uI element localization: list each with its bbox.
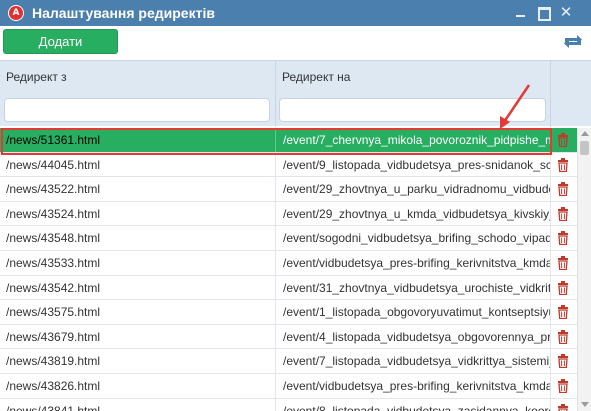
table-row[interactable]: /news/44045.html/event/9_listopada_vidbu… <box>0 152 577 178</box>
column-divider <box>550 324 551 349</box>
table-row[interactable]: /news/43548.html/event/sogodni_vidbudets… <box>0 226 577 251</box>
column-divider <box>275 349 276 373</box>
redirect-from-cell: /news/43548.html <box>6 231 101 246</box>
column-divider <box>275 152 276 177</box>
delete-trash-icon[interactable] <box>557 305 569 320</box>
table-row[interactable]: /news/43542.html/event/31_zhovtnya_vidbu… <box>0 275 577 301</box>
redirect-from-cell: /news/43524.html <box>6 206 101 221</box>
redirect-to-cell: /event/7_chervnya_mikola_povoroznik_pidp… <box>283 133 551 147</box>
table-row[interactable]: /news/43819.html/event/7_listopada_vidbu… <box>0 349 577 374</box>
column-divider <box>275 128 276 152</box>
toolbar: Додати <box>0 26 591 60</box>
column-divider <box>550 373 551 398</box>
table-row[interactable]: /news/43679.html/event/4_listopada_vidbu… <box>0 324 577 350</box>
app-logo-glyph: A <box>9 6 23 20</box>
delete-trash-icon[interactable] <box>557 403 569 411</box>
redirect-from-cell: /news/43575.html <box>6 305 101 320</box>
delete-trash-icon[interactable] <box>557 354 569 369</box>
column-divider <box>275 61 276 127</box>
column-divider <box>550 201 551 226</box>
redirect-to-cell: /event/1_listopada_obgovoryuvatimut_kont… <box>283 305 551 320</box>
table-row[interactable]: /news/43575.html/event/1_listopada_obgov… <box>0 300 577 325</box>
delete-trash-icon[interactable] <box>557 280 569 295</box>
column-divider <box>550 300 551 324</box>
column-divider <box>550 275 551 300</box>
filter-input-to[interactable] <box>279 98 546 122</box>
column-divider <box>275 250 276 275</box>
close-icon[interactable]: ✕ <box>559 5 573 20</box>
redirect-to-cell: /event/29_zhovtnya_u_parku_vidradnomu_vi… <box>283 182 551 197</box>
redirect-from-cell: /news/43522.html <box>6 182 101 197</box>
scroll-thumb[interactable] <box>580 141 589 155</box>
grid-header: Редирект з Редирект на <box>0 60 591 127</box>
add-button[interactable]: Додати <box>3 29 118 54</box>
column-divider <box>275 226 276 250</box>
redirect-to-cell: /event/7_listopada_vidbudetsya_vidkritty… <box>283 354 551 369</box>
delete-trash-icon[interactable] <box>557 133 569 147</box>
column-divider <box>275 275 276 300</box>
column-divider <box>275 177 276 201</box>
redirect-to-cell: /event/9_listopada_vidbudetsya_pres-snid… <box>283 157 551 172</box>
vertical-scrollbar[interactable] <box>577 128 591 411</box>
refresh-icon[interactable] <box>561 30 585 50</box>
filter-input-from[interactable] <box>4 98 270 122</box>
column-header-redirect-from[interactable]: Редирект з <box>6 70 67 84</box>
table-row[interactable]: /news/43533.html/event/vidbudetsya_pres-… <box>0 250 577 276</box>
delete-trash-icon[interactable] <box>557 255 569 270</box>
column-divider <box>275 373 276 398</box>
redirect-to-cell: /event/8_listopada_vidbudetsya_zasidanny… <box>283 403 551 411</box>
window-title: Налаштування редиректів <box>32 5 215 21</box>
scroll-down-arrow-icon[interactable] <box>581 402 589 407</box>
column-divider <box>550 61 551 127</box>
delete-trash-icon[interactable] <box>557 329 569 344</box>
column-divider <box>275 201 276 226</box>
redirect-from-cell: /news/43819.html <box>6 354 101 369</box>
redirect-from-cell: /news/43841.html <box>6 403 101 411</box>
column-header-redirect-to[interactable]: Редирект на <box>282 70 350 84</box>
app-logo-icon: A <box>8 5 24 21</box>
redirect-from-cell: /news/43542.html <box>6 280 101 295</box>
table-row[interactable]: /news/51361.html/event/7_chervnya_mikola… <box>0 128 577 153</box>
delete-trash-icon[interactable] <box>557 182 569 197</box>
redirect-from-cell: /news/44045.html <box>6 157 101 172</box>
delete-trash-icon[interactable] <box>557 206 569 221</box>
window-titlebar: A Налаштування редиректів ✕ <box>0 0 591 26</box>
redirect-from-cell: /news/43533.html <box>6 255 101 270</box>
maximize-icon[interactable] <box>537 6 551 21</box>
redirect-to-cell: /event/29_zhovtnya_u_kmda_vidbudetsya_ki… <box>283 206 551 221</box>
column-divider <box>550 128 551 152</box>
delete-trash-icon[interactable] <box>557 378 569 393</box>
delete-trash-icon[interactable] <box>557 231 569 246</box>
minimize-icon[interactable] <box>514 6 528 20</box>
redirect-rows: /news/51361.html/event/7_chervnya_mikola… <box>0 128 577 411</box>
column-divider <box>275 300 276 324</box>
redirect-from-cell: /news/43826.html <box>6 378 101 393</box>
table-row[interactable]: /news/43522.html/event/29_zhovtnya_u_par… <box>0 177 577 202</box>
redirect-to-cell: /event/vidbudetsya_pres-brifing_kerivnit… <box>283 378 551 393</box>
column-divider <box>550 250 551 275</box>
scroll-up-arrow-icon[interactable] <box>581 131 589 136</box>
redirect-to-cell: /event/31_zhovtnya_vidbudetsya_urochiste… <box>283 280 551 295</box>
column-divider <box>275 324 276 349</box>
redirect-to-cell: /event/4_listopada_vidbudetsya_obgovoren… <box>283 329 551 344</box>
table-row[interactable]: /news/43841.html/event/8_listopada_vidbu… <box>0 398 577 411</box>
table-row[interactable]: /news/43524.html/event/29_zhovtnya_u_kmd… <box>0 201 577 227</box>
redirect-to-cell: /event/sogodni_vidbudetsya_brifing_schod… <box>283 231 551 246</box>
column-divider <box>275 398 276 411</box>
table-row[interactable]: /news/43826.html/event/vidbudetsya_pres-… <box>0 373 577 399</box>
redirect-from-cell: /news/51361.html <box>6 133 101 147</box>
redirect-to-cell: /event/vidbudetsya_pres-brifing_kerivnit… <box>283 255 551 270</box>
column-divider <box>550 349 551 373</box>
column-divider <box>550 226 551 250</box>
delete-trash-icon[interactable] <box>557 157 569 172</box>
column-divider <box>550 398 551 411</box>
column-divider <box>550 177 551 201</box>
redirect-from-cell: /news/43679.html <box>6 329 101 344</box>
column-divider <box>550 152 551 177</box>
